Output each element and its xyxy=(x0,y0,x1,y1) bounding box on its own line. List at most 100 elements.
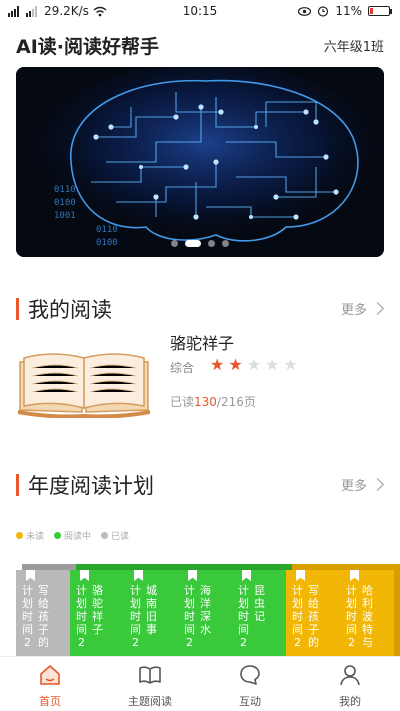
legend-label: 未读 xyxy=(26,532,45,542)
carousel-dot[interactable] xyxy=(222,240,229,247)
rating-stars: ★ ★ ★ ★ ★ xyxy=(210,356,298,374)
plan-book-title: 昆虫记 xyxy=(254,584,265,623)
tab-label: 互动 xyxy=(239,695,261,708)
legend-dot xyxy=(16,532,23,539)
plan-book[interactable]: 计划时间2 城南旧事 xyxy=(124,564,184,656)
tab-home[interactable]: 首页 xyxy=(0,657,100,711)
plan-book[interactable]: 计划时间2 骆驼祥子 xyxy=(70,564,130,656)
svg-text:0100: 0100 xyxy=(54,198,76,208)
bookmark-icon xyxy=(296,570,305,581)
app-title: AI读·阅读好帮手 xyxy=(16,36,159,58)
book-category: 综合 xyxy=(170,361,195,375)
tab-interaction[interactable]: 互动 xyxy=(200,657,300,711)
progress-prefix: 已读 xyxy=(170,395,195,409)
legend-label: 已读 xyxy=(111,532,130,542)
alarm-icon xyxy=(318,6,329,17)
tab-label: 主题阅读 xyxy=(128,695,172,708)
carousel-indicator xyxy=(16,240,384,247)
svg-text:1001: 1001 xyxy=(54,211,76,221)
legend-dot xyxy=(54,532,62,539)
annual-plan-header: 年度阅读计划 更多 xyxy=(16,470,384,500)
plan-book-title: 城南旧事 xyxy=(146,584,157,636)
plan-book[interactable]: 计划时间2 写给孩子的 xyxy=(286,564,346,656)
section-accent-bar xyxy=(16,474,19,496)
plan-book[interactable]: 计划时间2 写给孩子的 xyxy=(16,564,76,656)
more-label: 更多 xyxy=(340,479,367,494)
star-empty-icon: ★ xyxy=(265,355,280,374)
plan-date: 计划时间2 xyxy=(76,584,87,649)
plan-date: 计划时间2 xyxy=(292,584,303,649)
bookmark-icon xyxy=(350,570,359,581)
banner-carousel[interactable]: 0110 0100 1001 0110 0100 xyxy=(16,67,384,257)
user-icon xyxy=(340,665,360,686)
tab-theme-reading[interactable]: 主题阅读 xyxy=(100,657,200,711)
bookmark-icon xyxy=(188,570,197,581)
plan-date: 计划时间2 xyxy=(184,584,195,649)
book-title[interactable]: 骆驼祥子 xyxy=(170,330,234,354)
more-link[interactable]: 更多 xyxy=(341,299,384,318)
legend-dot xyxy=(101,532,109,539)
open-book-icon xyxy=(139,666,161,684)
book-top-edge xyxy=(76,564,130,570)
tab-label: 首页 xyxy=(39,695,61,708)
chevron-right-icon xyxy=(371,302,384,315)
reading-progress: 已读130/216页 xyxy=(170,393,256,410)
svg-text:0110: 0110 xyxy=(54,185,76,195)
section-accent-bar xyxy=(16,298,19,320)
star-empty-icon: ★ xyxy=(283,355,298,374)
home-icon xyxy=(40,665,60,685)
book-top-edge xyxy=(22,564,76,570)
section-title: 我的阅读 xyxy=(28,298,112,322)
carousel-dot[interactable] xyxy=(171,240,178,247)
eye-icon xyxy=(298,6,312,16)
plan-book-title: 骆驼祥子 xyxy=(92,584,103,636)
carousel-dot[interactable] xyxy=(208,240,215,247)
plan-book[interactable]: 计划时间2 海洋深水 xyxy=(178,564,238,656)
plan-date: 计划时间2 xyxy=(22,584,33,649)
book-top-edge xyxy=(346,564,400,570)
book-top-edge xyxy=(184,564,238,570)
status-right: 11% xyxy=(298,4,392,18)
my-reading-header: 我的阅读 更多 xyxy=(16,294,384,324)
chat-bubble-icon xyxy=(240,665,260,685)
plan-book-title: 哈利波特与 xyxy=(362,584,373,649)
plan-book-shelf: 计划时间2 写给孩子的 计划时间2 骆驼祥子 计划时间2 城南旧事 计划时间2 海洋深水 计划时… xyxy=(0,556,400,656)
star-filled-icon: ★ xyxy=(228,355,243,374)
pages-total: /216页 xyxy=(216,395,256,409)
more-link[interactable]: 更多 xyxy=(340,475,384,494)
legend-item: 未读 xyxy=(16,529,44,542)
legend-item: 阅读中 xyxy=(54,529,91,542)
book-top-edge xyxy=(292,564,346,570)
bookmark-icon xyxy=(26,570,35,581)
class-name[interactable]: 六年级1班 xyxy=(324,36,384,55)
bookmark-icon xyxy=(134,570,143,581)
book-top-edge xyxy=(238,564,292,570)
svg-text:0110: 0110 xyxy=(96,225,118,235)
battery-text: 11% xyxy=(335,4,362,18)
app-header: AI读·阅读好帮手 六年级1班 xyxy=(0,24,400,66)
legend-item: 已读 xyxy=(101,529,129,542)
tab-label: 我的 xyxy=(339,695,361,708)
plan-book-title: 海洋深水 xyxy=(200,584,211,636)
bottom-tab-bar: 首页 主题阅读 互动 我的 xyxy=(0,656,400,711)
star-filled-icon: ★ xyxy=(210,355,225,374)
status-bar: 29.2K/s 10:15 11% xyxy=(0,0,400,24)
bookmark-icon xyxy=(80,570,89,581)
plan-book[interactable]: 计划时间2 哈利波特与 xyxy=(340,564,400,656)
plan-book-title: 写给孩子的 xyxy=(38,584,49,649)
circuit-brain-illustration: 011001001001 01100100 xyxy=(16,67,384,257)
section-title: 年度阅读计划 xyxy=(28,474,154,498)
open-book-illustration[interactable] xyxy=(18,342,150,418)
tab-mine[interactable]: 我的 xyxy=(300,657,400,711)
pages-read: 130 xyxy=(194,395,217,409)
battery-icon xyxy=(368,6,392,16)
plan-book[interactable]: 计划时间2 昆虫记 xyxy=(232,564,292,656)
plan-book-title: 写给孩子的 xyxy=(308,584,319,649)
plan-legend: 未读 阅读中 已读 xyxy=(16,529,129,542)
chevron-right-icon xyxy=(371,478,384,491)
bookmark-icon xyxy=(242,570,251,581)
plan-date: 计划时间2 xyxy=(346,584,357,649)
plan-date: 计划时间2 xyxy=(238,584,249,649)
book-spine xyxy=(394,564,400,656)
carousel-dot-active[interactable] xyxy=(185,240,201,247)
